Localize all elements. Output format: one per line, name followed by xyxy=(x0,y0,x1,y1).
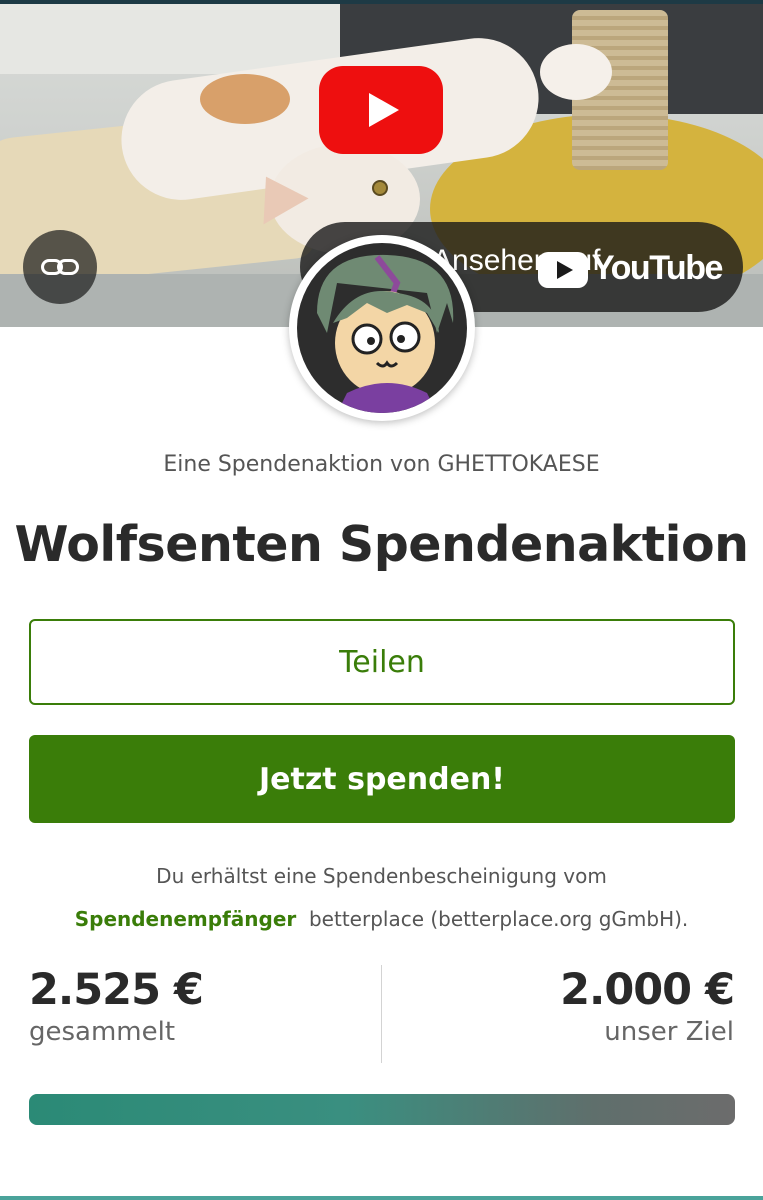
recipient-name: betterplace (betterplace.org gGmbH). xyxy=(308,907,689,931)
chain-link-b xyxy=(57,259,79,275)
receipt-line-1: Du erhältst eine Spendenbescheinigung vo… xyxy=(156,864,607,888)
video-scene-cat-spot xyxy=(200,74,290,124)
youtube-logo-icon xyxy=(538,252,588,288)
play-icon[interactable] xyxy=(319,66,443,154)
funding-progress-bar xyxy=(29,1094,735,1125)
chain-glyph xyxy=(41,259,79,275)
youtube-logo-triangle xyxy=(556,261,573,279)
video-scene-cat-paw xyxy=(540,44,612,100)
avatar-illustration xyxy=(297,243,467,413)
funding-progress-fill xyxy=(29,1094,735,1125)
bottom-border xyxy=(0,1196,763,1200)
campaign-byline: Eine Spendenaktion von GHETTOKAESE xyxy=(163,452,600,477)
donation-receipt-note: Du erhältst eine Spendenbescheinigung vo… xyxy=(0,855,763,941)
raised-amount: 2.525 € xyxy=(29,965,204,1015)
youtube-wordmark: YouTube xyxy=(592,249,723,287)
goal-amount: 2.000 € xyxy=(560,965,735,1015)
receipt-line-2: Spendenempfänger betterplace (betterplac… xyxy=(0,898,763,941)
campaign-title: Wolfsenten Spendenaktion xyxy=(14,516,749,573)
avatar[interactable] xyxy=(289,235,475,421)
goal-label: unser Ziel xyxy=(604,1017,734,1047)
share-button[interactable]: Teilen xyxy=(29,619,735,705)
stats-divider xyxy=(381,965,382,1063)
raised-label: gesammelt xyxy=(29,1017,176,1047)
video-scene-cat-eye xyxy=(372,180,388,196)
link-icon[interactable] xyxy=(23,230,97,304)
play-triangle xyxy=(369,93,399,127)
recipient-link[interactable]: Spendenempfänger xyxy=(75,907,297,931)
raised-stat: 2.525 € gesammelt xyxy=(29,965,204,1047)
donate-button[interactable]: Jetzt spenden! xyxy=(29,735,735,823)
goal-stat: 2.000 € unser Ziel xyxy=(560,965,735,1047)
